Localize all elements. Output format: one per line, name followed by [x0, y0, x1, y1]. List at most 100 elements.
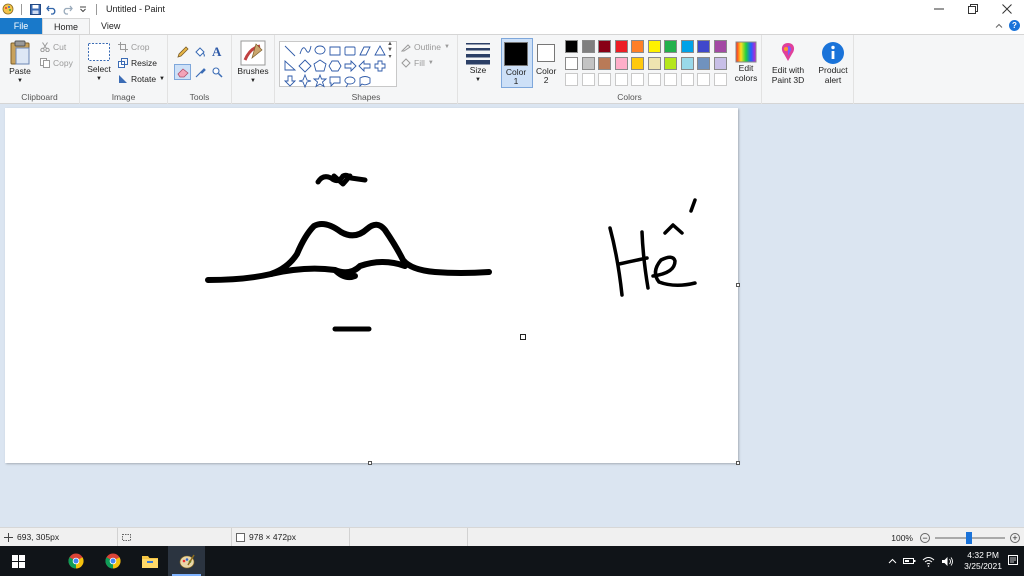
taskbar-chrome-2[interactable] — [94, 546, 131, 576]
fill-bucket-icon[interactable] — [194, 46, 206, 58]
taskbar-paint[interactable] — [168, 546, 205, 576]
shape-option-icon[interactable] — [313, 59, 327, 72]
palette-swatch[interactable] — [680, 40, 694, 53]
shape-option-icon[interactable] — [284, 45, 296, 57]
taskbar-chrome-1[interactable] — [57, 546, 94, 576]
palette-swatch[interactable] — [697, 56, 710, 70]
palette-swatch[interactable] — [631, 56, 644, 70]
shape-option-icon[interactable] — [344, 46, 356, 56]
palette-swatch[interactable] — [664, 56, 677, 70]
shape-option-icon[interactable] — [374, 45, 386, 56]
canvas-resize-handle-right[interactable] — [736, 283, 740, 287]
shape-option-icon[interactable] — [298, 73, 312, 89]
palette-swatch[interactable] — [713, 56, 727, 70]
palette-swatch[interactable] — [647, 40, 661, 53]
shape-option-icon[interactable] — [284, 59, 297, 71]
collapse-ribbon-icon[interactable] — [995, 22, 1003, 30]
palette-custom-slot[interactable] — [647, 73, 661, 86]
battery-icon[interactable] — [903, 556, 916, 566]
palette-swatch[interactable] — [680, 56, 694, 70]
resize-button[interactable]: Resize — [118, 58, 157, 68]
palette-swatch[interactable] — [565, 40, 578, 53]
paint-app-icon[interactable] — [2, 3, 14, 15]
zoom-slider[interactable] — [935, 531, 1005, 544]
palette-swatch[interactable] — [581, 40, 595, 53]
rotate-button[interactable]: Rotate ▼ — [118, 74, 165, 84]
shape-option-icon[interactable] — [359, 76, 371, 88]
palette-swatch[interactable] — [631, 40, 644, 53]
copy-button[interactable]: Copy — [40, 58, 73, 68]
paste-button[interactable]: Paste ▼ — [6, 40, 34, 86]
start-button[interactable] — [0, 546, 37, 576]
minimize-button[interactable] — [922, 0, 956, 18]
shape-option-icon[interactable] — [374, 60, 386, 72]
palette-custom-slot[interactable] — [598, 73, 611, 86]
taskbar-file-explorer[interactable] — [131, 546, 168, 576]
shape-option-icon[interactable] — [329, 46, 341, 56]
canvas-resize-handle-bottom[interactable] — [368, 461, 372, 465]
close-button[interactable] — [990, 0, 1024, 18]
product-alert-button[interactable]: Product alert — [816, 41, 850, 85]
select-button[interactable]: Select ▼ — [85, 42, 113, 84]
notification-icon[interactable] — [1008, 555, 1018, 567]
palette-custom-slot[interactable] — [565, 73, 578, 86]
shape-option-icon[interactable] — [358, 59, 371, 73]
color1-button[interactable]: Color 1 — [504, 42, 528, 86]
shape-option-icon[interactable] — [344, 76, 356, 88]
palette-swatch[interactable] — [713, 40, 727, 53]
save-icon[interactable] — [29, 3, 41, 15]
volume-icon[interactable] — [941, 556, 954, 567]
zoom-slider-thumb[interactable] — [966, 531, 972, 544]
fill-button[interactable]: Fill ▼ — [401, 58, 434, 68]
palette-swatch[interactable] — [614, 40, 628, 53]
magnifier-icon[interactable] — [212, 67, 223, 78]
shape-option-icon[interactable] — [314, 45, 326, 55]
shape-option-icon[interactable] — [299, 45, 312, 55]
palette-custom-slot[interactable] — [713, 73, 727, 86]
customize-toolbar-chevron-icon[interactable] — [77, 3, 89, 15]
canvas-resize-handle-corner[interactable] — [736, 461, 740, 465]
palette-custom-slot[interactable] — [631, 73, 644, 86]
color2-button[interactable]: Color 2 — [536, 44, 556, 85]
size-button[interactable]: Size ▼ — [464, 41, 492, 85]
brushes-button[interactable]: Brushes ▼ — [235, 40, 271, 86]
more-shapes-icon[interactable]: ▾ — [388, 53, 391, 60]
color-picker-icon[interactable] — [195, 67, 206, 78]
tab-home[interactable]: Home — [42, 18, 91, 34]
pencil-icon[interactable] — [177, 46, 189, 58]
crop-button[interactable]: Crop — [118, 42, 149, 52]
palette-custom-slot[interactable] — [680, 73, 694, 86]
shape-option-icon[interactable] — [344, 59, 357, 73]
edit-colors-button[interactable]: Edit colors — [732, 41, 760, 83]
text-tool-icon[interactable]: A — [212, 44, 221, 60]
drawing-canvas[interactable] — [5, 108, 738, 463]
redo-icon[interactable] — [61, 3, 73, 15]
shapes-gallery-scroll[interactable]: ▲ ▼ ▾ — [385, 41, 395, 87]
palette-swatch[interactable] — [647, 56, 661, 70]
shape-option-icon[interactable] — [328, 60, 342, 72]
palette-swatch[interactable] — [565, 56, 578, 70]
wifi-icon[interactable] — [922, 556, 935, 567]
restore-button[interactable] — [956, 0, 990, 18]
palette-swatch[interactable] — [664, 40, 677, 53]
workspace[interactable] — [0, 105, 1024, 527]
help-icon[interactable]: ? — [1009, 20, 1020, 31]
cut-button[interactable]: Cut — [40, 42, 66, 52]
shape-option-icon[interactable] — [283, 75, 297, 87]
tab-view[interactable]: View — [90, 18, 131, 34]
chevron-up-icon[interactable] — [888, 557, 897, 566]
undo-icon[interactable] — [45, 3, 57, 15]
palette-swatch[interactable] — [598, 40, 611, 53]
shape-option-icon[interactable] — [298, 59, 312, 73]
shape-option-icon[interactable] — [312, 73, 328, 88]
palette-swatch[interactable] — [581, 56, 595, 70]
tab-file[interactable]: File — [0, 18, 42, 34]
clock[interactable]: 4:32 PM 3/25/2021 — [964, 550, 1002, 572]
palette-custom-slot[interactable] — [664, 73, 677, 86]
shape-option-icon[interactable] — [359, 46, 371, 56]
palette-custom-slot[interactable] — [697, 73, 710, 86]
palette-swatch[interactable] — [614, 56, 628, 70]
shape-option-icon[interactable] — [329, 76, 341, 88]
eraser-tool-selected[interactable] — [174, 64, 191, 80]
palette-custom-slot[interactable] — [614, 73, 628, 86]
